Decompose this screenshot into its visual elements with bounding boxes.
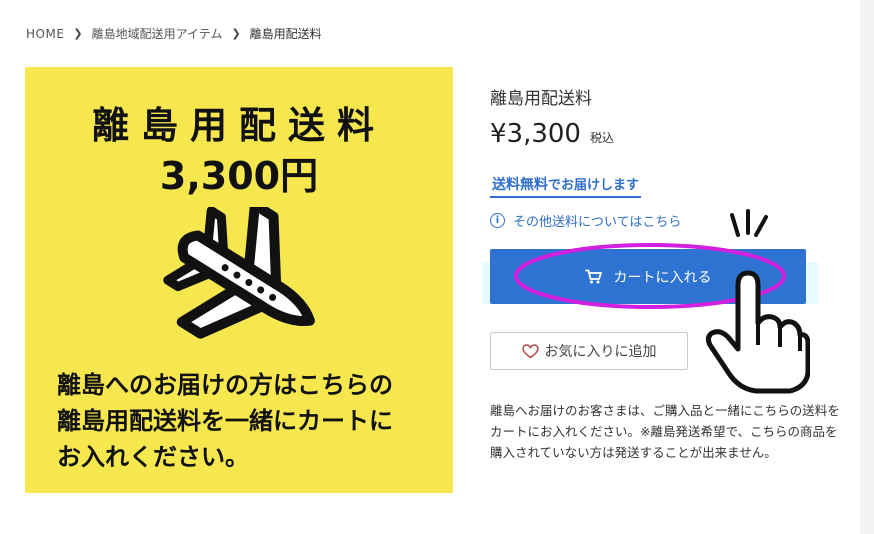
chevron-right-icon: ❯ bbox=[231, 27, 241, 40]
info-icon: i bbox=[490, 213, 505, 228]
other-shipping-label: その他送料についてはこちら bbox=[513, 215, 682, 230]
breadcrumb-category-link[interactable]: 離島地域配送用アイテム bbox=[92, 25, 223, 42]
price-row: ¥3,300 税込 bbox=[490, 119, 614, 149]
pointing-hand-icon bbox=[705, 209, 810, 394]
add-to-favorites-button[interactable]: お気に入りに追加 bbox=[490, 332, 688, 370]
chevron-right-icon: ❯ bbox=[73, 27, 83, 40]
free-shipping-badge: 送料無料でお届けします bbox=[490, 174, 642, 198]
free-shipping-strong: 送料無料 bbox=[492, 177, 548, 193]
cart-icon bbox=[584, 269, 602, 284]
image-caption-line: 離島へのお届けの方はこちらの bbox=[57, 371, 393, 399]
product-image[interactable]: 離島用配送料 3,300円 離島へのお届けの方はこちらの 離島用配送料を一緒にカ… bbox=[25, 67, 453, 493]
airplane-icon bbox=[163, 207, 315, 339]
image-price: 3,300円 bbox=[159, 154, 319, 198]
breadcrumb-current: 離島用配送料 bbox=[249, 27, 322, 41]
tax-label: 税込 bbox=[589, 131, 614, 145]
breadcrumb-home-link[interactable]: HOME bbox=[26, 27, 64, 41]
free-shipping-text: でお届けします bbox=[548, 178, 640, 193]
other-shipping-link[interactable]: i その他送料についてはこちら bbox=[490, 211, 681, 230]
product-title: 離島用配送料 bbox=[490, 89, 592, 109]
add-to-favorites-label: お気に入りに追加 bbox=[544, 344, 657, 360]
product-description: 離島へお届けのお客さまは、ご購入品と一緒にこちらの送料をカートにお入れください。… bbox=[490, 403, 840, 460]
page-edge bbox=[860, 0, 874, 534]
image-caption-line: 離島用配送料を一緒にカートに bbox=[57, 407, 393, 435]
heart-icon bbox=[521, 343, 539, 359]
product-price: ¥3,300 bbox=[490, 119, 581, 149]
image-title: 離島用配送料 bbox=[92, 104, 386, 147]
image-caption-line: お入れください。 bbox=[57, 443, 249, 471]
add-to-cart-label: カートに入れる bbox=[613, 269, 712, 286]
breadcrumb: HOME ❯ 離島地域配送用アイテム ❯ 離島用配送料 bbox=[26, 25, 322, 42]
image-caption: 離島へのお届けの方はこちらの 離島用配送料を一緒にカートに お入れください。 bbox=[57, 367, 437, 475]
